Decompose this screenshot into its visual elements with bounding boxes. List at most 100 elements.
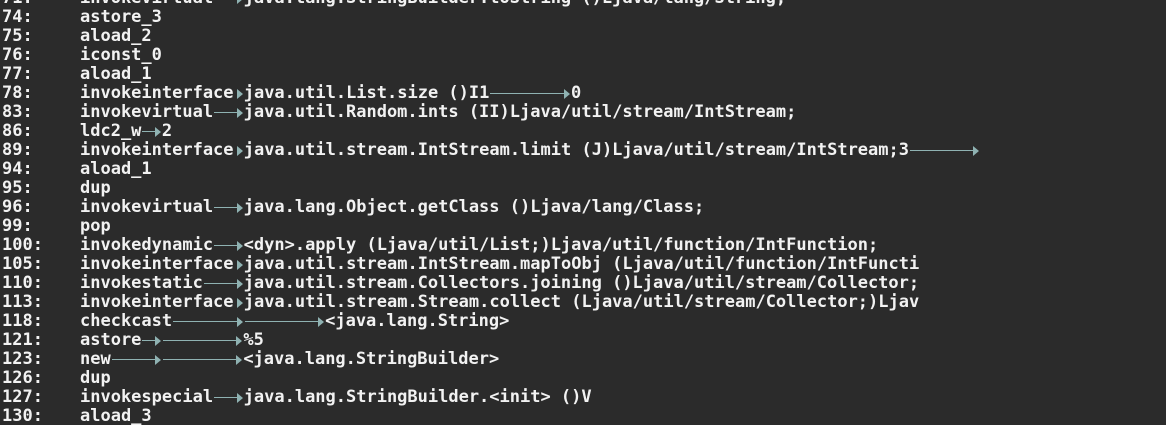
operand: java.lang.StringBuilder.<init> ()V (243, 387, 592, 407)
line-offset: 126: (2, 368, 43, 388)
tab-arrow-icon (172, 312, 243, 331)
tab-arrow-icon (234, 141, 244, 160)
opcode: aload_3 (80, 406, 152, 425)
opcode: aload_1 (80, 64, 152, 84)
tab-arrow-icon (111, 350, 162, 369)
bytecode-line: 89: invokeinterface java.util.stream.IntSt… (2, 141, 980, 160)
tab-arrow-icon (141, 122, 162, 141)
operand: java.util.stream.IntStream.mapToObj (Lja… (243, 254, 920, 274)
opcode: dup (80, 368, 111, 388)
bytecode-line: 121: astore %5 (2, 331, 980, 350)
line-offset: 118: (2, 311, 43, 331)
tab-arrow-icon (213, 0, 244, 8)
operand: java.util.List.size ()I1 (243, 83, 490, 103)
opcode: invokeinterface (80, 254, 234, 274)
bytecode-line: 77: aload_1 (2, 65, 980, 84)
opcode: iconst_0 (80, 45, 162, 65)
opcode: pop (80, 216, 111, 236)
operand: java.lang.Object.getClass ()Ljava/lang/C… (243, 197, 705, 217)
bytecode-line: 105: invokeinterface java.util.stream.IntS… (2, 255, 980, 274)
bytecode-line: 127: invokespecial java.lang.StringBuilder… (2, 388, 980, 407)
line-offset: 110: (2, 273, 43, 293)
opcode: invokespecial (80, 387, 214, 407)
bytecode-line: 78: invokeinterface java.util.List.size ()… (2, 84, 980, 103)
bytecode-line: 74: astore_3 (2, 8, 980, 27)
operand: java.util.Random.ints (II)Ljava/util/str… (243, 102, 797, 122)
operand: java.util.stream.Collectors.joining ()Lj… (243, 273, 920, 293)
opcode: astore_3 (80, 7, 162, 27)
line-offset: 113: (2, 292, 43, 312)
line-offset: 83: (2, 102, 33, 122)
tab-arrow-icon (234, 84, 244, 103)
operand: <dyn>.apply (Ljava/util/List;)Ljava/util… (243, 235, 879, 255)
bytecode-line: 75: aload_2 (2, 27, 980, 46)
bytecode-line: 94: aload_1 (2, 160, 980, 179)
opcode: invokedynamic (80, 235, 214, 255)
bytecode-line: 83: invokevirtual java.util.Random.ints (I… (2, 103, 980, 122)
bytecode-line: 96: invokevirtual java.lang.Object.getClas… (2, 198, 980, 217)
bytecode-line: 113: invokeinterface java.util.stream.Stre… (2, 293, 980, 312)
tab-arrow-icon (244, 312, 326, 331)
tab-arrow-icon (162, 331, 244, 350)
bytecode-line: 130: aload_3 (2, 407, 980, 425)
line-offset: 100: (2, 235, 43, 255)
tab-arrow-icon (234, 255, 244, 274)
operand: java.util.stream.IntStream.limit (J)Ljav… (243, 140, 909, 160)
line-offset: 95: (2, 178, 33, 198)
opcode: ldc2_w (80, 121, 142, 141)
bytecode-listing: 71:invokevirtualjava.lang.StringBuilder.… (2, 0, 980, 425)
opcode: invokevirtual (80, 197, 214, 217)
line-offset: 99: (2, 216, 33, 236)
opcode: dup (80, 178, 111, 198)
opcode: invokestatic (80, 273, 203, 293)
line-offset: 78: (2, 83, 33, 103)
operand: %5 (243, 330, 264, 350)
opcode: invokeinterface (80, 140, 234, 160)
opcode: invokeinterface (80, 292, 234, 312)
line-offset: 94: (2, 159, 33, 179)
opcode: astore (80, 330, 142, 350)
line-offset: 96: (2, 197, 33, 217)
opcode: new (80, 349, 111, 369)
operand: 2 (161, 121, 173, 141)
operand: java.util.stream.Stream.collect (Ljava/u… (243, 292, 920, 312)
line-offset: 130: (2, 406, 43, 425)
opcode: checkcast (80, 311, 173, 331)
opcode: invokeinterface (80, 83, 234, 103)
tab-arrow-icon (162, 350, 244, 369)
operand: java.lang.StringBuilder.toString ()Ljava… (244, 0, 786, 8)
line-offset: 77: (2, 64, 33, 84)
operand: <java.lang.StringBuilder> (243, 349, 500, 369)
bytecode-line: 95: dup (2, 179, 980, 198)
tab-arrow-icon (489, 84, 571, 103)
bytecode-line: 86: ldc2_w 2 (2, 122, 980, 141)
line-offset: 74: (2, 7, 33, 27)
line-offset: 75: (2, 26, 33, 46)
bytecode-terminal: 71:invokevirtualjava.lang.StringBuilder.… (0, 0, 1166, 425)
line-offset: 121: (2, 330, 43, 350)
bytecode-line: 110: invokestatic java.util.stream.Collect… (2, 274, 980, 293)
operand: 0 (570, 83, 582, 103)
bytecode-line: 118: checkcast <java.lang.String> (2, 312, 980, 331)
tab-arrow-icon (213, 103, 244, 122)
bytecode-line: 100: invokedynamic <dyn>.apply (Ljava/util… (2, 236, 980, 255)
bytecode-line: 123: new <java.lang.StringBuilder> (2, 350, 980, 369)
line-offset: 86: (2, 121, 33, 141)
bytecode-line: 76: iconst_0 (2, 46, 980, 65)
tab-arrow-icon (909, 141, 980, 160)
line-offset: 127: (2, 387, 43, 407)
tab-arrow-icon (213, 388, 244, 407)
bytecode-line: 126: dup (2, 369, 980, 388)
line-offset: 76: (2, 45, 33, 65)
line-offset: 105: (2, 254, 43, 274)
tab-arrow-icon (203, 274, 244, 293)
opcode: aload_1 (80, 159, 152, 179)
operand: <java.lang.String> (325, 311, 510, 331)
tab-arrow-icon (234, 293, 244, 312)
line-offset: 123: (2, 349, 43, 369)
tab-arrow-icon (213, 236, 244, 255)
opcode: invokevirtual (80, 102, 214, 122)
line-offset: 89: (2, 140, 33, 160)
tab-arrow-icon (141, 331, 162, 350)
tab-arrow-icon (213, 198, 244, 217)
